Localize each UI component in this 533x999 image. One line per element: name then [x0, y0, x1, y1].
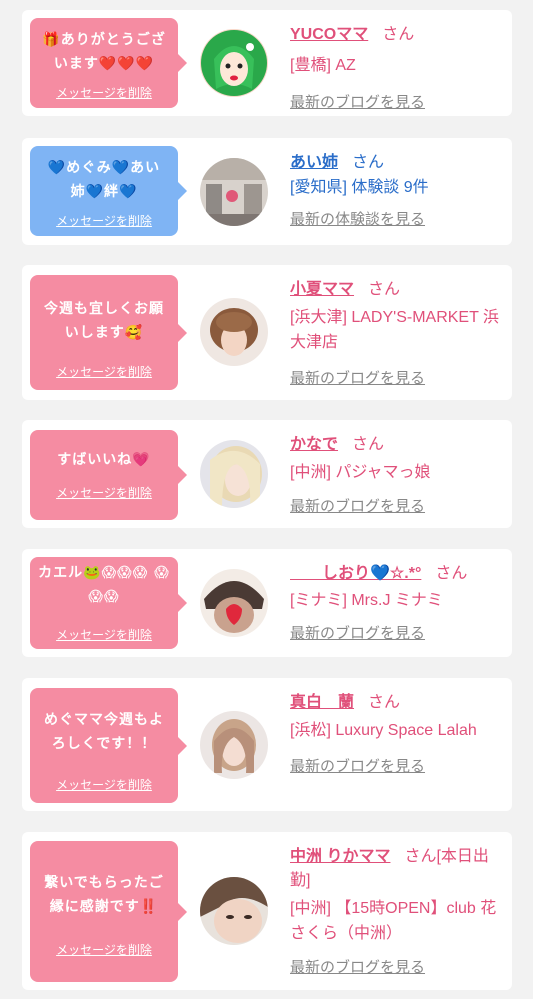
honorific: さん: [352, 436, 385, 453]
profile-info: 中洲 りかママ さん[本日出勤] [中洲] 【15時OPEN】club 花さくら（…: [290, 842, 506, 977]
profile-info: 真白 蘭さん [浜松] Luxury Space Lalah 最新のブログを見る: [290, 688, 506, 776]
profile-name-link[interactable]: YUCOママ: [290, 26, 368, 43]
avatar[interactable]: [200, 29, 268, 97]
shop-location: [中洲] 【15時OPEN】club 花さくら（中洲）: [290, 900, 497, 942]
avatar-photo-icon: [200, 877, 268, 945]
message-text: カエル🐸😱😱😱 😱😱😱: [38, 565, 170, 605]
avatar[interactable]: [200, 440, 268, 508]
message-card: すばいいね💗 メッセージを削除 かなで さん [中洲] パジャマっ娘 最新のブログ…: [22, 420, 512, 528]
profile-name-link[interactable]: 真白 蘭: [290, 694, 354, 711]
profile-name-link[interactable]: かなで: [290, 436, 338, 453]
profile-name-link[interactable]: あい姉: [290, 154, 338, 171]
message-list: 🎁ありがとうござ います❤️❤️❤️ メッセージを削除 YUCOママ さん [豊橋…: [0, 0, 533, 999]
avatar[interactable]: [200, 711, 268, 779]
latest-blog-link[interactable]: 最新のブログを見る: [290, 622, 506, 643]
message-text: 💙めぐみ💙あい 姉💙絆💙: [47, 160, 161, 200]
profile-info: 小夏ママ さん [浜大津] LADY'S-MARKET 浜大津店 最新のブログを見…: [290, 275, 506, 388]
message-card: 繋いでもらったご 縁に感謝です‼️ メッセージを削除 中洲 りかママ さん[本日出…: [22, 832, 512, 990]
delete-message-link[interactable]: メッセージを削除: [30, 212, 178, 229]
message-bubble: めぐママ今週もよ ろしくです！！ メッセージを削除: [30, 688, 187, 803]
message-card: 🎁ありがとうござ います❤️❤️❤️ メッセージを削除 YUCOママ さん [豊橋…: [22, 10, 512, 116]
shop-location: [愛知県] 体験談 9件: [290, 179, 429, 196]
message-bubble: カエル🐸😱😱😱 😱😱😱 メッセージを削除: [30, 557, 187, 649]
latest-blog-link[interactable]: 最新のブログを見る: [290, 367, 506, 388]
honorific: さん: [352, 154, 385, 171]
avatar-photo-icon: [200, 298, 268, 366]
latest-review-link[interactable]: 最新の体験談を見る: [290, 208, 506, 229]
profile-info: あい姉 さん [愛知県] 体験談 9件 最新の体験談を見る: [290, 148, 506, 229]
honorific: さん: [435, 565, 468, 582]
honorific: さん: [368, 281, 401, 298]
profile-info: しおり💙☆.*° さん [ミナミ] Mrs.J ミナミ 最新のブログを見る: [290, 559, 506, 643]
avatar-photo-icon: [200, 440, 268, 508]
message-card: めぐママ今週もよ ろしくです！！ メッセージを削除 真白 蘭さん [浜松] Lu…: [22, 678, 512, 811]
profile-name-link[interactable]: しおり💙☆.*°: [290, 565, 421, 582]
delete-message-link[interactable]: メッセージを削除: [30, 363, 178, 380]
avatar[interactable]: [200, 877, 268, 945]
message-bubble: 繋いでもらったご 縁に感謝です‼️ メッセージを削除: [30, 841, 187, 982]
delete-message-link[interactable]: メッセージを削除: [30, 626, 178, 643]
honorific: さん: [368, 694, 401, 711]
latest-blog-link[interactable]: 最新のブログを見る: [290, 91, 506, 112]
profile-name-link[interactable]: 中洲 りかママ: [290, 848, 390, 865]
honorific: さん: [382, 26, 415, 43]
latest-blog-link[interactable]: 最新のブログを見る: [290, 495, 506, 516]
message-text: 繋いでもらったご 縁に感謝です‼️: [44, 875, 164, 915]
message-bubble: すばいいね💗 メッセージを削除: [30, 430, 187, 520]
avatar[interactable]: [200, 569, 268, 637]
shop-location: [浜大津] LADY'S-MARKET 浜大津店: [290, 309, 500, 351]
delete-message-link[interactable]: メッセージを削除: [30, 484, 178, 501]
profile-info: かなで さん [中洲] パジャマっ娘 最新のブログを見る: [290, 430, 506, 516]
delete-message-link[interactable]: メッセージを削除: [30, 941, 178, 958]
message-card: カエル🐸😱😱😱 😱😱😱 メッセージを削除 しおり💙☆.*° さん [ミナミ] Mr…: [22, 549, 512, 657]
message-text: すばいいね💗: [57, 452, 151, 468]
message-card: 今週も宜しくお願 いします🥰 メッセージを削除 小夏ママ さん [浜大津] LAD…: [22, 265, 512, 400]
message-text: めぐママ今週もよ ろしくです！！: [44, 712, 164, 752]
message-bubble: 🎁ありがとうござ います❤️❤️❤️ メッセージを削除: [30, 18, 187, 108]
message-text: 今週も宜しくお願 いします🥰: [44, 301, 164, 341]
shop-location: [浜松] Luxury Space Lalah: [290, 722, 477, 739]
latest-blog-link[interactable]: 最新のブログを見る: [290, 956, 506, 977]
profile-name-link[interactable]: 小夏ママ: [290, 281, 354, 298]
profile-info: YUCOママ さん [豊橋] AZ 最新のブログを見る: [290, 20, 506, 112]
avatar-photo-icon: [200, 158, 268, 226]
message-text: 🎁ありがとうござ います❤️❤️❤️: [42, 32, 166, 72]
delete-message-link[interactable]: メッセージを削除: [30, 84, 178, 101]
shop-location: [豊橋] AZ: [290, 57, 356, 74]
avatar[interactable]: [200, 158, 268, 226]
latest-blog-link[interactable]: 最新のブログを見る: [290, 755, 506, 776]
avatar-photo-icon: [200, 569, 268, 637]
message-card: 💙めぐみ💙あい 姉💙絆💙 メッセージを削除 あい姉 さん [愛知県] 体験談 9件…: [22, 138, 512, 245]
avatar-photo-icon: [200, 711, 268, 779]
avatar-illustration-icon: [200, 29, 268, 97]
shop-location: [ミナミ] Mrs.J ミナミ: [290, 592, 443, 609]
shop-location: [中洲] パジャマっ娘: [290, 464, 431, 481]
message-bubble: 💙めぐみ💙あい 姉💙絆💙 メッセージを削除: [30, 146, 187, 236]
delete-message-link[interactable]: メッセージを削除: [30, 776, 178, 793]
avatar[interactable]: [200, 298, 268, 366]
message-bubble: 今週も宜しくお願 いします🥰 メッセージを削除: [30, 275, 187, 390]
